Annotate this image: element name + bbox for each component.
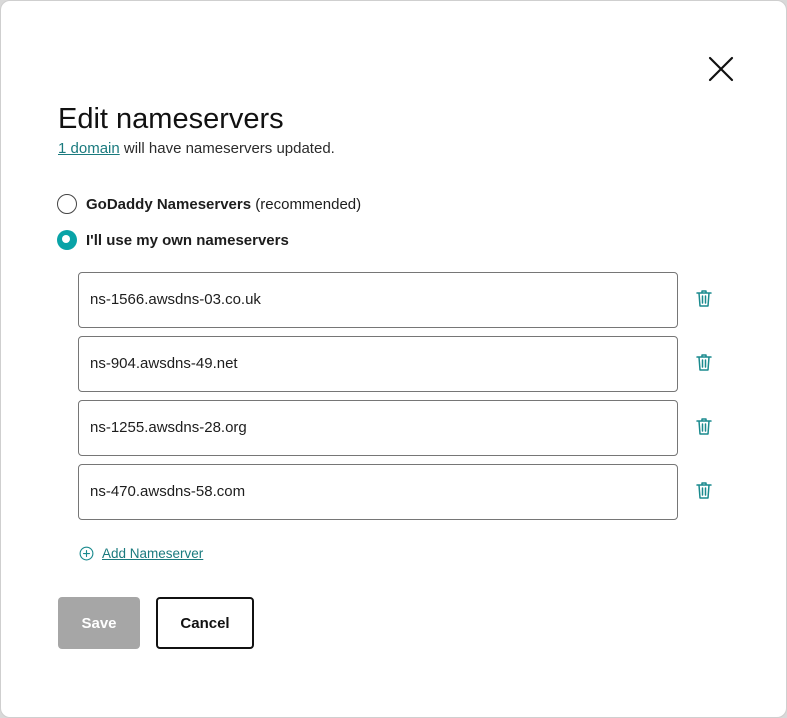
dialog-subtitle: 1 domain will have nameservers updated. xyxy=(58,139,335,159)
radio-button-godaddy[interactable] xyxy=(57,194,77,214)
nameserver-row: ns-1566.awsdns-03.co.uk xyxy=(78,272,718,328)
close-button[interactable] xyxy=(707,55,735,83)
edit-nameservers-dialog: Edit nameservers 1 domain will have name… xyxy=(0,0,787,718)
trash-icon xyxy=(696,354,712,371)
nameserver-row: ns-1255.awsdns-28.org xyxy=(78,400,718,456)
plus-circle-icon xyxy=(79,546,94,561)
close-icon xyxy=(708,56,734,82)
nameserver-input[interactable]: ns-904.awsdns-49.net xyxy=(78,336,678,392)
radio-label-godaddy: GoDaddy Nameservers (recommended) xyxy=(86,196,361,213)
dialog-title: Edit nameservers xyxy=(58,103,284,135)
trash-icon xyxy=(696,482,712,499)
trash-icon xyxy=(696,418,712,435)
radio-own-nameservers[interactable]: I'll use my own nameservers xyxy=(57,230,289,250)
nameserver-input[interactable]: ns-1566.awsdns-03.co.uk xyxy=(78,272,678,328)
save-button[interactable]: Save xyxy=(58,597,140,649)
add-nameserver-link[interactable]: Add Nameserver xyxy=(79,546,203,561)
delete-nameserver-button[interactable] xyxy=(694,480,714,500)
nameserver-row: ns-904.awsdns-49.net xyxy=(78,336,718,392)
trash-icon xyxy=(696,290,712,307)
recommended-note: (recommended) xyxy=(255,195,362,213)
nameserver-input[interactable]: ns-470.awsdns-58.com xyxy=(78,464,678,520)
delete-nameserver-button[interactable] xyxy=(694,416,714,436)
delete-nameserver-button[interactable] xyxy=(694,352,714,372)
radio-label-own: I'll use my own nameservers xyxy=(86,231,289,249)
nameserver-input[interactable]: ns-1255.awsdns-28.org xyxy=(78,400,678,456)
cancel-button[interactable]: Cancel xyxy=(156,597,254,649)
nameserver-row: ns-470.awsdns-58.com xyxy=(78,464,718,520)
add-nameserver-label: Add Nameserver xyxy=(102,546,204,561)
godaddy-option-label: GoDaddy Nameservers xyxy=(86,195,252,213)
radio-button-own[interactable] xyxy=(57,230,77,250)
radio-godaddy-nameservers[interactable]: GoDaddy Nameservers (recommended) xyxy=(57,194,361,214)
delete-nameserver-button[interactable] xyxy=(694,288,714,308)
domain-count-link[interactable]: 1 domain xyxy=(58,140,120,157)
subtitle-text: will have nameservers updated. xyxy=(119,140,335,157)
